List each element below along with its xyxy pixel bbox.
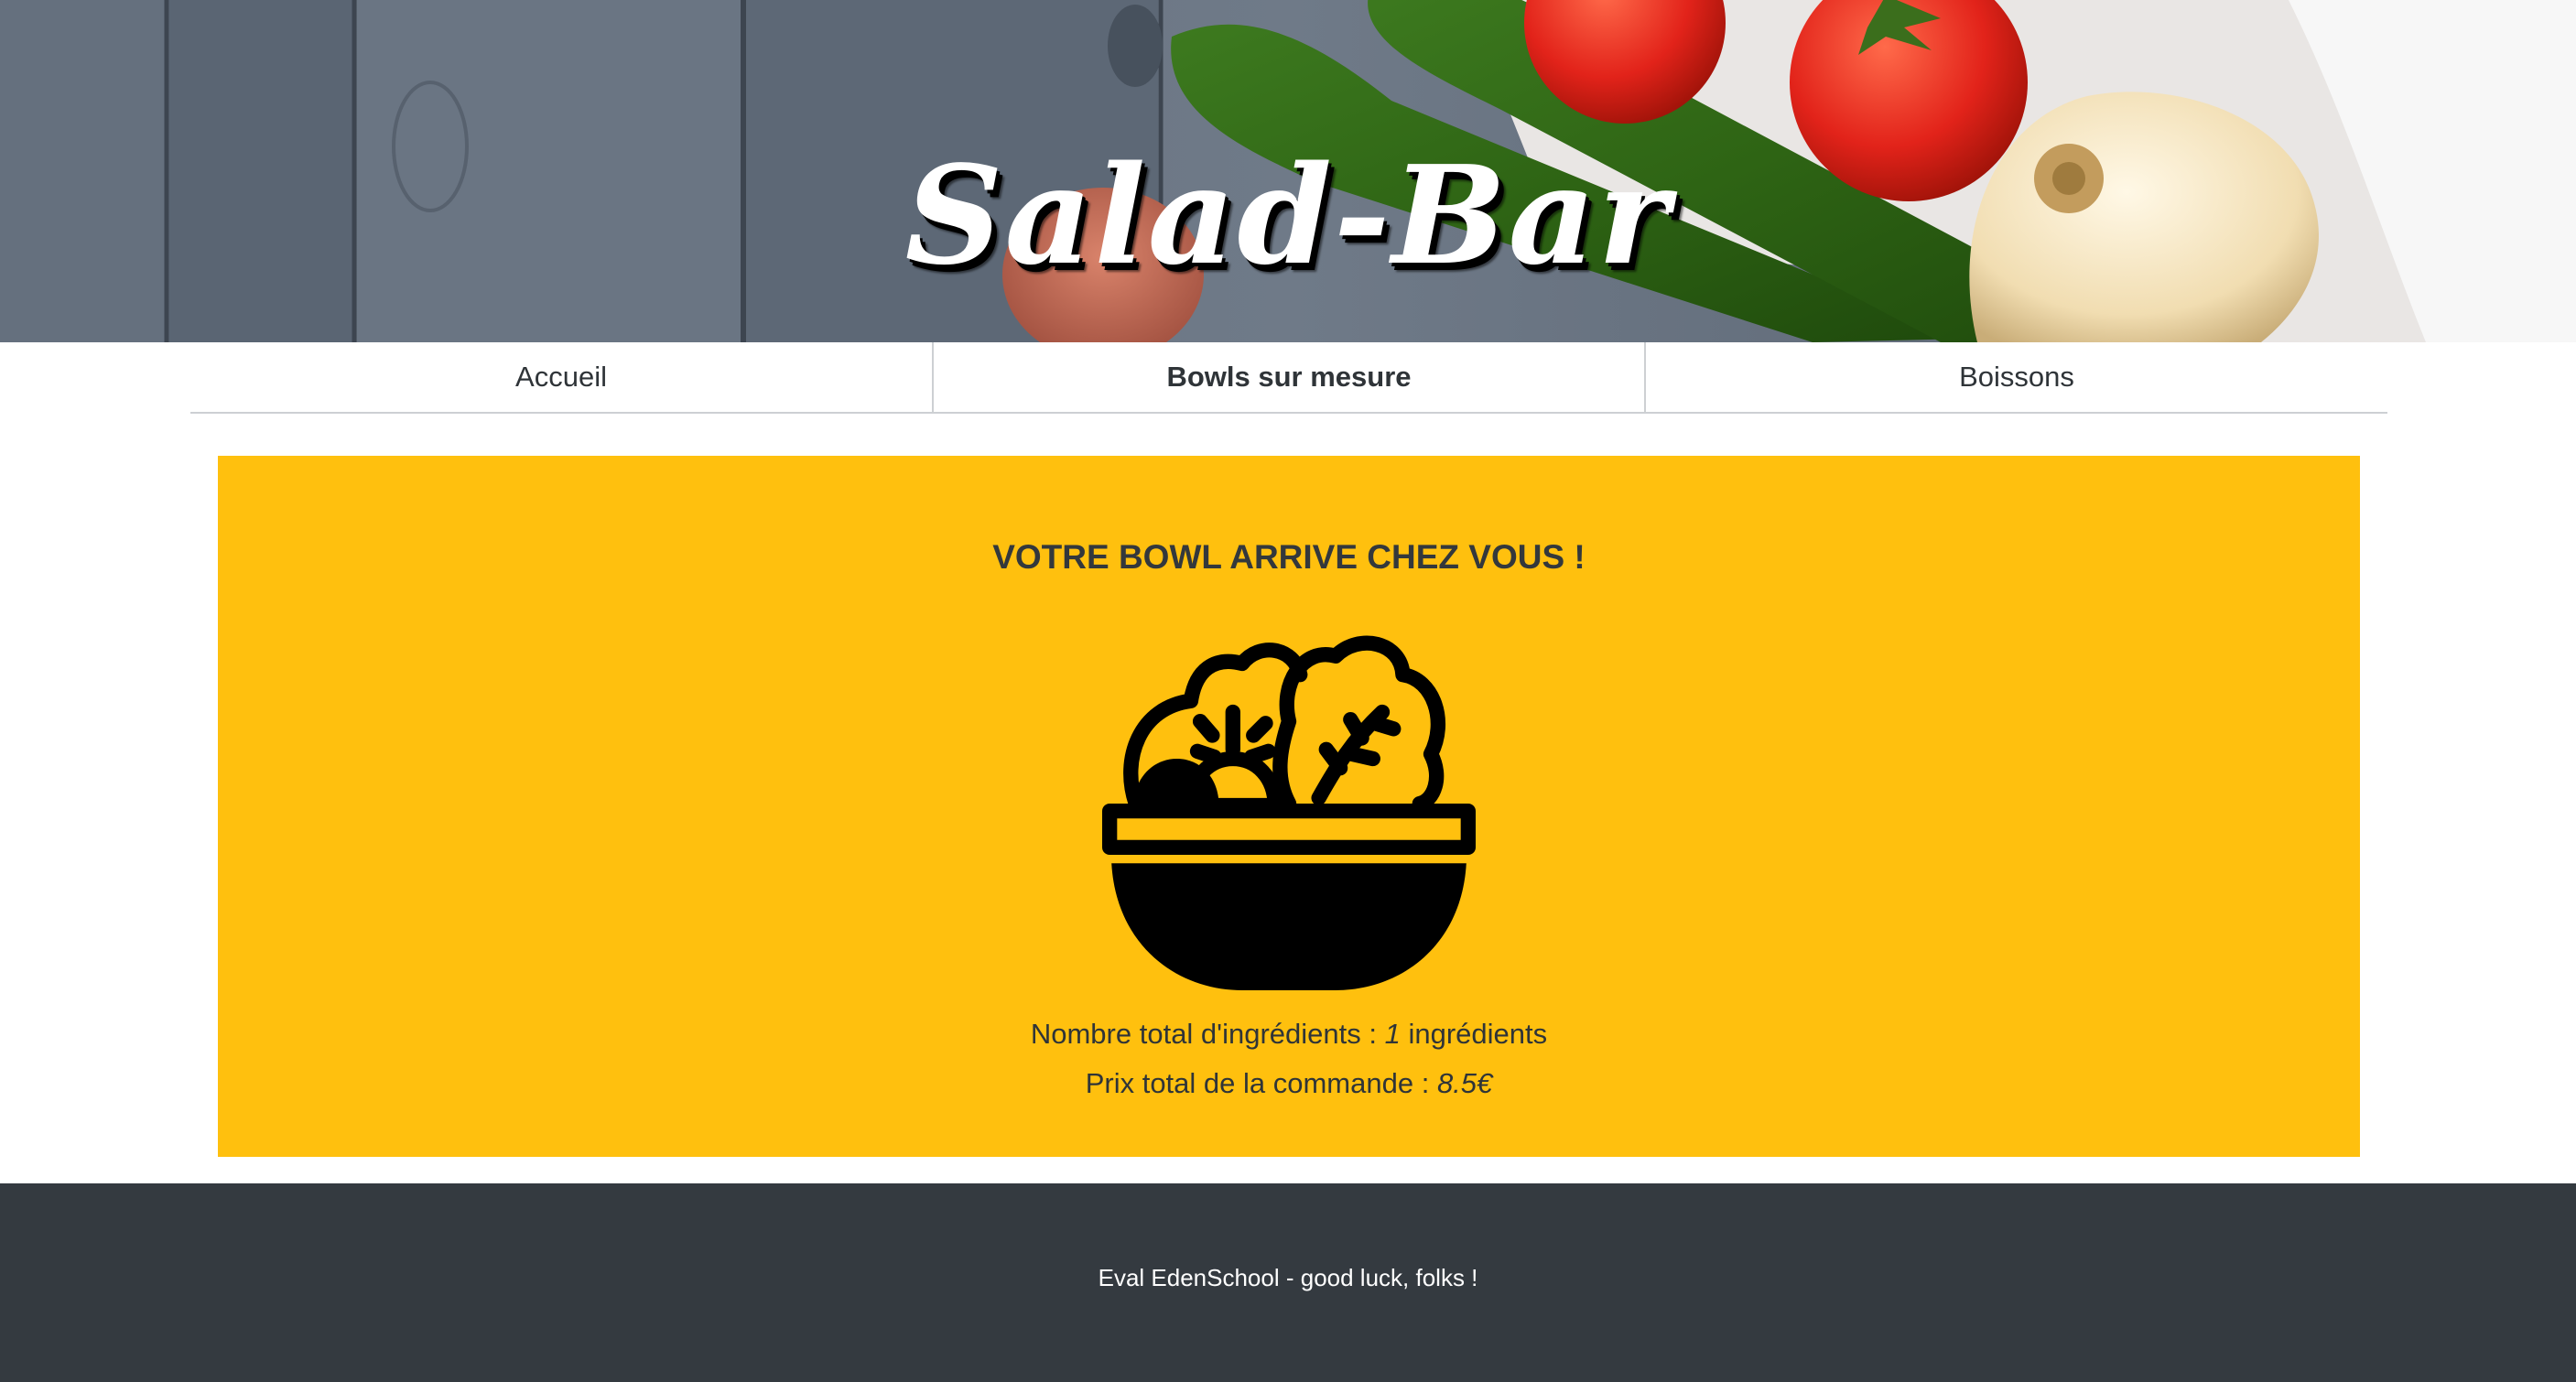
ingredients-summary: Nombre total d'ingrédients : 1 ingrédien… <box>218 1018 2360 1051</box>
ingredients-count: 1 <box>1384 1018 1401 1050</box>
price-summary: Prix total de la commande : 8.5€ <box>218 1067 2360 1100</box>
nav-item-bowls-sur-mesure[interactable]: Bowls sur mesure <box>932 342 1646 412</box>
ingredients-unit: ingrédients <box>1400 1018 1548 1050</box>
price-value: 8.5€ <box>1436 1067 1493 1099</box>
salad-bowl-icon <box>1102 635 1476 990</box>
site-title: Salad-Bar <box>904 135 1672 295</box>
footer-text: Eval EdenSchool - good luck, folks ! <box>1098 1264 1478 1291</box>
nav-item-accueil[interactable]: Accueil <box>190 342 932 412</box>
nav-item-boissons[interactable]: Boissons <box>1646 342 2387 412</box>
price-label: Prix total de la commande : <box>1085 1067 1437 1099</box>
ingredients-label: Nombre total d'ingrédients : <box>1030 1018 1385 1050</box>
page-footer: Eval EdenSchool - good luck, folks ! <box>0 1183 2576 1382</box>
order-confirmation-card: VOTRE BOWL ARRIVE CHEZ VOUS ! Nombre tot… <box>218 456 2360 1157</box>
main-nav: Accueil Bowls sur mesure Boissons <box>190 342 2387 414</box>
order-confirmation-title: VOTRE BOWL ARRIVE CHEZ VOUS ! <box>992 538 1586 576</box>
header-banner: Salad-Bar <box>0 0 2576 342</box>
